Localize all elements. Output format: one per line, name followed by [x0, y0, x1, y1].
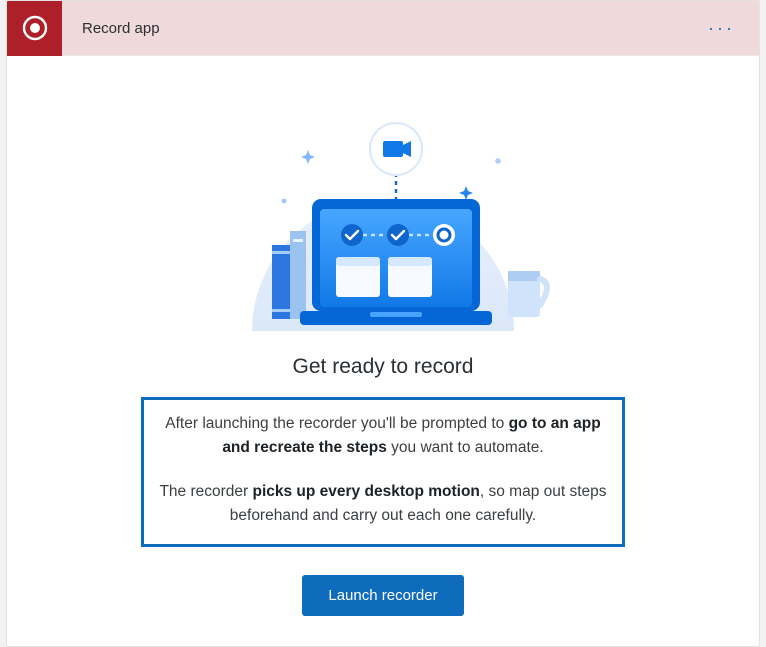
illustration [208, 91, 558, 331]
record-app-panel: Record app ··· [6, 0, 760, 647]
info-p1-pre: After launching the recorder you'll be p… [165, 415, 508, 432]
camera-icon [383, 141, 411, 157]
info-p2-pre: The recorder [159, 483, 252, 500]
panel-body: Get ready to record After launching the … [7, 56, 759, 646]
laptop-icon [300, 199, 492, 325]
info-paragraph-1: After launching the recorder you'll be p… [158, 412, 608, 460]
info-p1-post: you want to automate. [387, 439, 544, 456]
header-title: Record app [82, 20, 160, 37]
page-heading: Get ready to record [7, 355, 759, 379]
record-icon [22, 15, 48, 41]
header-bar: Record app ··· [7, 1, 759, 56]
more-button[interactable]: ··· [702, 15, 741, 41]
info-paragraph-2: The recorder picks up every desktop moti… [158, 480, 608, 528]
launch-recorder-button[interactable]: Launch recorder [302, 575, 463, 616]
record-icon-tile [7, 1, 62, 56]
info-box: After launching the recorder you'll be p… [141, 397, 625, 547]
info-p2-bold: picks up every desktop motion [252, 483, 479, 500]
